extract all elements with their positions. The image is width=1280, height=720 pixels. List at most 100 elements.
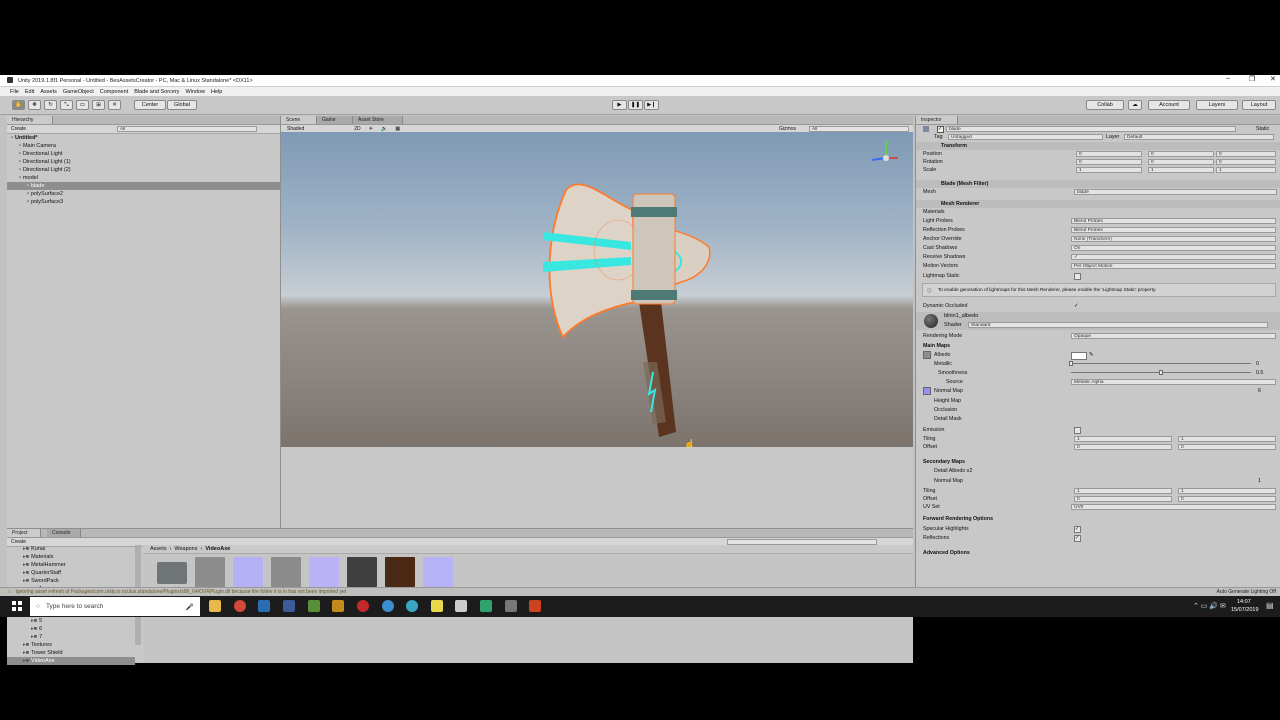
hierarchy-item[interactable]: ▫ Directional Light <box>7 150 280 158</box>
axe-model[interactable] <box>281 132 913 447</box>
position-y-field[interactable]: 0 <box>1148 151 1214 157</box>
emission-checkbox[interactable] <box>1074 427 1081 434</box>
step-button[interactable]: ▶❙ <box>644 100 659 110</box>
hierarchy-item[interactable]: ▫ polySurface3 <box>7 198 280 206</box>
rotation-z-field[interactable]: 0 <box>1216 159 1276 165</box>
menu-gameobject[interactable]: GameObject <box>63 89 94 95</box>
project-folder-item[interactable]: ▸■ Textures <box>7 641 135 649</box>
scale-y-field[interactable]: 1 <box>1148 167 1214 173</box>
clock-date[interactable]: 15/07/2019 <box>1231 607 1259 613</box>
menu-edit[interactable]: Edit <box>25 89 34 95</box>
hierarchy-item[interactable]: ▫ model <box>7 174 280 182</box>
hierarchy-item[interactable]: ▫ Directional Light (2) <box>7 166 280 174</box>
offset-x-field[interactable]: 0 <box>1074 444 1172 450</box>
transform-tool-button[interactable]: ⊞ <box>92 100 105 110</box>
normal-map-texture-slot[interactable] <box>923 387 931 395</box>
red-app-icon[interactable] <box>529 600 541 612</box>
hierarchy-item[interactable]: ▫ Untitled* <box>7 134 280 142</box>
system-tray-icons[interactable]: ⌃ ▭ 🔊 ✉ <box>1193 602 1226 610</box>
project-folder-item[interactable]: ▸■ Tower Shield <box>7 649 135 657</box>
project-folder-item[interactable]: ▸■ Kunai <box>7 545 135 553</box>
collab-button[interactable]: Collab <box>1086 100 1124 110</box>
tab-asset-store[interactable]: Asset Store <box>353 116 403 124</box>
project-folder-item[interactable]: ▸■ 6 <box>7 625 135 633</box>
tag-dropdown[interactable]: Untagged <box>948 134 1103 140</box>
record-app-icon[interactable] <box>357 600 369 612</box>
object-name-field[interactable]: blade <box>946 126 1236 132</box>
menu-blade-and-sorcery[interactable]: Blade and Sorcery <box>134 89 179 95</box>
app-icon[interactable] <box>332 600 344 612</box>
forward-rendering-label[interactable]: Forward Rendering Options <box>923 516 993 522</box>
notifications-icon[interactable]: ▤ <box>1266 601 1274 610</box>
unity-icon[interactable] <box>505 600 517 612</box>
main-maps-label[interactable]: Main Maps <box>923 343 950 349</box>
smoothness-slider[interactable] <box>1071 370 1251 375</box>
metallic-value[interactable]: 0 <box>1256 361 1259 367</box>
media-app-icon[interactable] <box>283 600 295 612</box>
mesh-renderer-header[interactable]: Mesh Renderer <box>916 200 1280 208</box>
project-folder-item[interactable]: ▸■ SwordPack <box>7 577 135 585</box>
offset-y-field[interactable]: 0 <box>1178 444 1276 450</box>
advanced-options-label[interactable]: Advanced Options <box>923 550 970 556</box>
mesh-filter-header[interactable]: Blade (Mesh Filter) <box>916 180 1280 188</box>
hand-tool-button[interactable]: ✋ <box>12 100 25 110</box>
albedo-color-swatch[interactable] <box>1071 352 1087 360</box>
transform-header[interactable]: Transform <box>916 142 1280 150</box>
tiling-secondary-x-field[interactable]: 1 <box>1074 488 1172 494</box>
space-global-button[interactable]: Global <box>167 100 197 110</box>
metallic-slider-handle[interactable] <box>1069 361 1073 366</box>
microphone-icon[interactable]: 🎤 <box>186 603 194 611</box>
eyedropper-icon[interactable]: ✎ <box>1089 352 1093 358</box>
hierarchy-search-input[interactable]: All <box>117 126 257 132</box>
tab-scene[interactable]: Scene <box>281 116 317 124</box>
pivot-center-button[interactable]: Center <box>134 100 166 110</box>
hierarchy-item[interactable]: ▫ Directional Light (1) <box>7 158 280 166</box>
cloud-icon[interactable]: ☁ <box>1128 100 1142 110</box>
material-header[interactable]: blinn1_albedo Shader Standard <box>916 312 1280 330</box>
menu-window[interactable]: Window <box>185 89 205 95</box>
menu-help[interactable]: Help <box>211 89 222 95</box>
tiling-y-field[interactable]: 1 <box>1178 436 1276 442</box>
tab-hierarchy[interactable]: Hierarchy <box>7 116 53 124</box>
tab-inspector[interactable]: Inspector <box>916 116 958 124</box>
reflections-checkbox[interactable]: ✓ <box>1074 535 1081 542</box>
project-folder-item[interactable]: ▸■ 5 <box>7 617 135 625</box>
chrome-icon[interactable] <box>234 600 246 612</box>
albedo-texture-slot[interactable] <box>923 351 931 359</box>
tiling-secondary-y-field[interactable]: 1 <box>1178 488 1276 494</box>
position-z-field[interactable]: 0 <box>1216 151 1276 157</box>
hierarchy-item[interactable]: ▫ Main Camera <box>7 142 280 150</box>
property-dropdown[interactable]: On <box>1071 245 1276 251</box>
source-dropdown[interactable]: Metallic Alpha <box>1071 379 1276 385</box>
offset-secondary-y-field[interactable]: 0 <box>1178 496 1276 502</box>
smoothness-slider-handle[interactable] <box>1159 370 1163 375</box>
hierarchy-item[interactable]: ▫ polySurface2 <box>7 190 280 198</box>
rotation-y-field[interactable]: 0 <box>1148 159 1214 165</box>
project-folder-item[interactable]: ▸■ MetalHammer <box>7 561 135 569</box>
mesh-field[interactable]: blade <box>1074 189 1277 195</box>
active-checkbox[interactable]: ✓ <box>937 126 944 133</box>
specular-highlights-checkbox[interactable]: ✓ <box>1074 526 1081 533</box>
project-folder-item[interactable]: ▸■ Materials <box>7 553 135 561</box>
minimize-button[interactable]: – <box>1226 75 1230 82</box>
property-dropdown[interactable]: Blend Probes <box>1071 227 1276 233</box>
static-checkbox[interactable]: Static <box>1256 126 1269 132</box>
lightmap-static-checkbox[interactable] <box>1074 273 1081 280</box>
tab-console[interactable]: Console <box>47 529 81 537</box>
clock-time[interactable]: 14:07 <box>1237 599 1251 605</box>
property-dropdown[interactable]: ✓ <box>1071 254 1276 260</box>
secondary-maps-label[interactable]: Secondary Maps <box>923 459 965 465</box>
taskbar-search-input[interactable]: ○ Type here to search 🎤 <box>30 597 200 616</box>
scene-viewport[interactable]: ☝ <box>281 132 913 447</box>
account-button[interactable]: Account <box>1148 100 1190 110</box>
position-x-field[interactable]: 0 <box>1076 151 1142 157</box>
browser-icon[interactable] <box>382 600 394 612</box>
layout-button[interactable]: Layout <box>1242 100 1276 110</box>
hierarchy-create-button[interactable]: Create <box>11 126 26 132</box>
rotate-tool-button[interactable]: ↻ <box>44 100 57 110</box>
custom-tool-button[interactable]: ✕ <box>108 100 121 110</box>
green-app-icon[interactable] <box>480 600 492 612</box>
property-dropdown[interactable]: None (Transform) <box>1071 236 1276 242</box>
shader-dropdown[interactable]: Standard <box>968 322 1268 328</box>
menu-assets[interactable]: Assets <box>40 89 57 95</box>
